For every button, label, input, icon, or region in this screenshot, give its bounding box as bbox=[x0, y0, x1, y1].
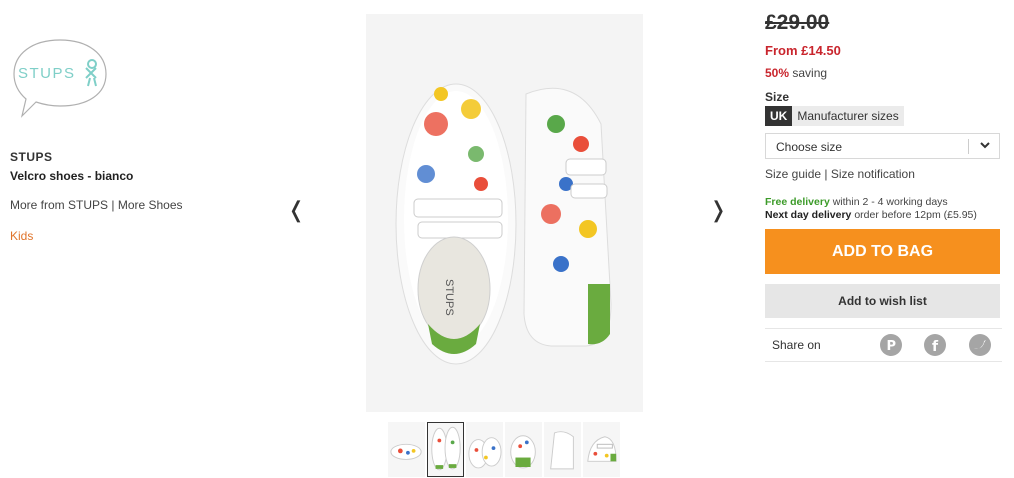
size-label: Size bbox=[765, 90, 790, 104]
previous-image-arrow-icon[interactable]: ❬ bbox=[287, 200, 305, 222]
chevron-down-icon bbox=[979, 138, 991, 155]
product-main-image[interactable]: STUPS bbox=[366, 14, 643, 412]
thumbnail-2[interactable] bbox=[427, 422, 464, 477]
facebook-icon[interactable]: f bbox=[924, 334, 946, 356]
next-day-delivery-label: Next day delivery bbox=[765, 209, 852, 221]
original-price: £29.00 bbox=[765, 11, 830, 34]
svg-text:STUPS: STUPS bbox=[443, 279, 455, 316]
free-delivery-text: within 2 - 4 working days bbox=[832, 196, 948, 208]
thumbnail-1[interactable] bbox=[388, 422, 425, 477]
saving-info: 50% saving bbox=[765, 66, 827, 80]
left-shoe-illustration: STUPS bbox=[395, 83, 517, 365]
tab-manufacturer-sizes[interactable]: Manufacturer sizes bbox=[792, 106, 904, 126]
thumbnail-5[interactable] bbox=[544, 422, 581, 477]
kids-category-link[interactable]: Kids bbox=[10, 229, 33, 243]
more-links: More from STUPS | More Shoes bbox=[10, 198, 183, 212]
saving-label: saving bbox=[792, 66, 828, 80]
size-select[interactable]: Choose size bbox=[765, 133, 1000, 159]
link-separator: | bbox=[111, 198, 115, 212]
more-from-brand-link[interactable]: More from STUPS bbox=[10, 198, 108, 212]
next-image-arrow-icon[interactable]: ❭ bbox=[709, 200, 727, 222]
next-day-delivery-text: order before 12pm (£5.95) bbox=[854, 209, 977, 221]
share-row: Share on P f bbox=[765, 328, 1002, 362]
size-links: Size guide | Size notification bbox=[765, 167, 915, 181]
select-divider bbox=[968, 139, 969, 154]
thumbnail-4[interactable] bbox=[505, 422, 542, 477]
logo-text: STUPS bbox=[18, 65, 76, 82]
thumbnail-3[interactable] bbox=[466, 422, 503, 477]
svg-text:P: P bbox=[887, 339, 897, 354]
add-to-wish-list-button[interactable]: Add to wish list bbox=[765, 284, 1000, 318]
brand-logo[interactable]: STUPS bbox=[10, 36, 110, 118]
size-guide-link[interactable]: Size guide bbox=[765, 167, 821, 181]
more-category-link[interactable]: More Shoes bbox=[118, 198, 183, 212]
size-system-tabs: UK Manufacturer sizes bbox=[765, 106, 904, 126]
saving-percent: 50% bbox=[765, 66, 790, 80]
pinterest-icon[interactable]: P bbox=[880, 334, 902, 356]
thumbnail-strip bbox=[388, 422, 620, 477]
next-day-delivery-info: Next day delivery order before 12pm (£5.… bbox=[765, 209, 977, 221]
share-label: Share on bbox=[772, 338, 821, 352]
right-shoe-illustration bbox=[523, 87, 612, 347]
free-delivery-info: Free delivery within 2 - 4 working days bbox=[765, 196, 948, 208]
product-title: Velcro shoes - bianco bbox=[10, 169, 134, 183]
svg-text:f: f bbox=[932, 339, 939, 355]
sale-price: From £14.50 bbox=[765, 43, 841, 58]
size-select-placeholder: Choose size bbox=[776, 140, 843, 154]
free-delivery-label: Free delivery bbox=[765, 196, 830, 208]
add-to-bag-button[interactable]: ADD TO BAG bbox=[765, 229, 1000, 274]
twitter-icon[interactable] bbox=[969, 334, 991, 356]
tab-uk-sizes[interactable]: UK bbox=[765, 106, 793, 126]
size-links-separator: | bbox=[824, 167, 828, 181]
thumbnail-6[interactable] bbox=[583, 422, 620, 477]
brand-name: STUPS bbox=[10, 150, 53, 164]
size-notification-link[interactable]: Size notification bbox=[831, 167, 915, 181]
